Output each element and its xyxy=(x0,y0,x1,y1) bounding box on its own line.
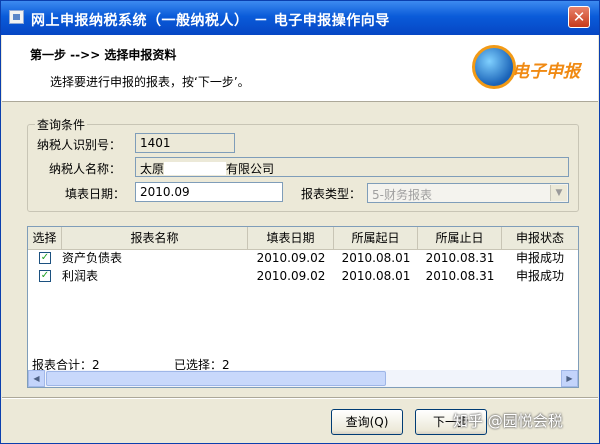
row-checkbox[interactable]: ✓ xyxy=(39,270,51,282)
fill-date-input[interactable]: 2010.09 xyxy=(135,182,283,202)
taxpayer-name-field: 太原 有限公司 xyxy=(135,157,569,177)
period-start: 2010.08.01 xyxy=(341,251,411,265)
period-end: 2010.08.31 xyxy=(425,251,495,265)
taxpayer-id-field: 1401 xyxy=(135,133,235,153)
row-checkbox[interactable]: ✓ xyxy=(39,252,51,264)
column-header-select[interactable]: 选择 xyxy=(28,227,62,249)
report-name: 资产负债表 xyxy=(62,251,123,265)
report-list[interactable]: 选择 报表名称 填表日期 所属起日 所属止日 申报状态 ✓ 资产负债表 2010… xyxy=(27,226,579,388)
chevron-down-icon[interactable]: ▼ xyxy=(550,185,567,201)
period-end: 2010.08.31 xyxy=(425,269,495,283)
report-type-value: 5-财务报表 xyxy=(372,188,432,202)
report-list-header: 选择 报表名称 填表日期 所属起日 所属止日 申报状态 xyxy=(28,227,578,250)
app-icon xyxy=(9,10,24,24)
redacted-block xyxy=(164,162,227,175)
footer-separator xyxy=(2,397,598,399)
step-description: 选择要进行申报的报表，按‘下一步’。 xyxy=(50,75,250,89)
window-title: 网上申报纳税系统（一般纳税人） － 电子申报操作向导 xyxy=(31,13,390,29)
column-header-name[interactable]: 报表名称 xyxy=(62,227,248,249)
taxpayer-name-part2: 有限公司 xyxy=(226,162,275,176)
taxpayer-name-part1: 太原 xyxy=(140,162,165,176)
horizontal-scrollbar[interactable]: ◀ ▶ xyxy=(28,370,578,387)
taxpayer-id-label: 纳税人识别号： xyxy=(37,138,122,152)
logo-text: 电子申报 xyxy=(512,62,580,82)
fill-date-label: 填表日期： xyxy=(65,187,126,201)
column-header-fill-date[interactable]: 填表日期 xyxy=(248,227,334,249)
filing-status: 申报成功 xyxy=(515,269,564,283)
column-header-start-date[interactable]: 所属起日 xyxy=(334,227,418,249)
scroll-right-icon[interactable]: ▶ xyxy=(561,370,578,387)
e-filing-logo: 电子申报 xyxy=(468,41,586,97)
step-title: 第一步 -->> 选择申报资料 xyxy=(30,48,177,62)
scrollbar-thumb[interactable] xyxy=(46,371,386,386)
scroll-left-icon[interactable]: ◀ xyxy=(28,370,45,387)
report-type-label: 报表类型： xyxy=(301,187,362,201)
report-name: 利润表 xyxy=(62,269,99,283)
period-start: 2010.08.01 xyxy=(341,269,411,283)
globe-icon xyxy=(472,45,516,89)
query-button[interactable]: 查询(Q) xyxy=(331,409,403,435)
fill-date: 2010.09.02 xyxy=(256,251,326,265)
filing-status: 申报成功 xyxy=(515,251,564,265)
table-row[interactable]: ✓ 资产负债表 2010.09.02 2010.08.01 2010.08.31… xyxy=(28,249,578,267)
table-row[interactable]: ✓ 利润表 2010.09.02 2010.08.01 2010.08.31 申… xyxy=(28,267,578,285)
wizard-window: 网上申报纳税系统（一般纳税人） － 电子申报操作向导 ✕ 第一步 -->> 选择… xyxy=(0,0,600,444)
close-button[interactable]: ✕ xyxy=(568,6,590,28)
fill-date: 2010.09.02 xyxy=(256,269,326,283)
wizard-header: 第一步 -->> 选择申报资料 选择要进行申报的报表，按‘下一步’。 电子申报 xyxy=(2,35,598,102)
column-header-end-date[interactable]: 所属止日 xyxy=(418,227,502,249)
report-type-select[interactable]: 5-财务报表 ▼ xyxy=(367,183,569,203)
title-bar[interactable]: 网上申报纳税系统（一般纳税人） － 电子申报操作向导 ✕ xyxy=(1,1,599,35)
watermark-text: 知乎 @园悦会税 xyxy=(453,412,563,430)
query-conditions-legend: 查询条件 xyxy=(35,116,88,133)
taxpayer-name-label: 纳税人名称： xyxy=(49,162,122,176)
column-header-status[interactable]: 申报状态 xyxy=(502,227,578,249)
